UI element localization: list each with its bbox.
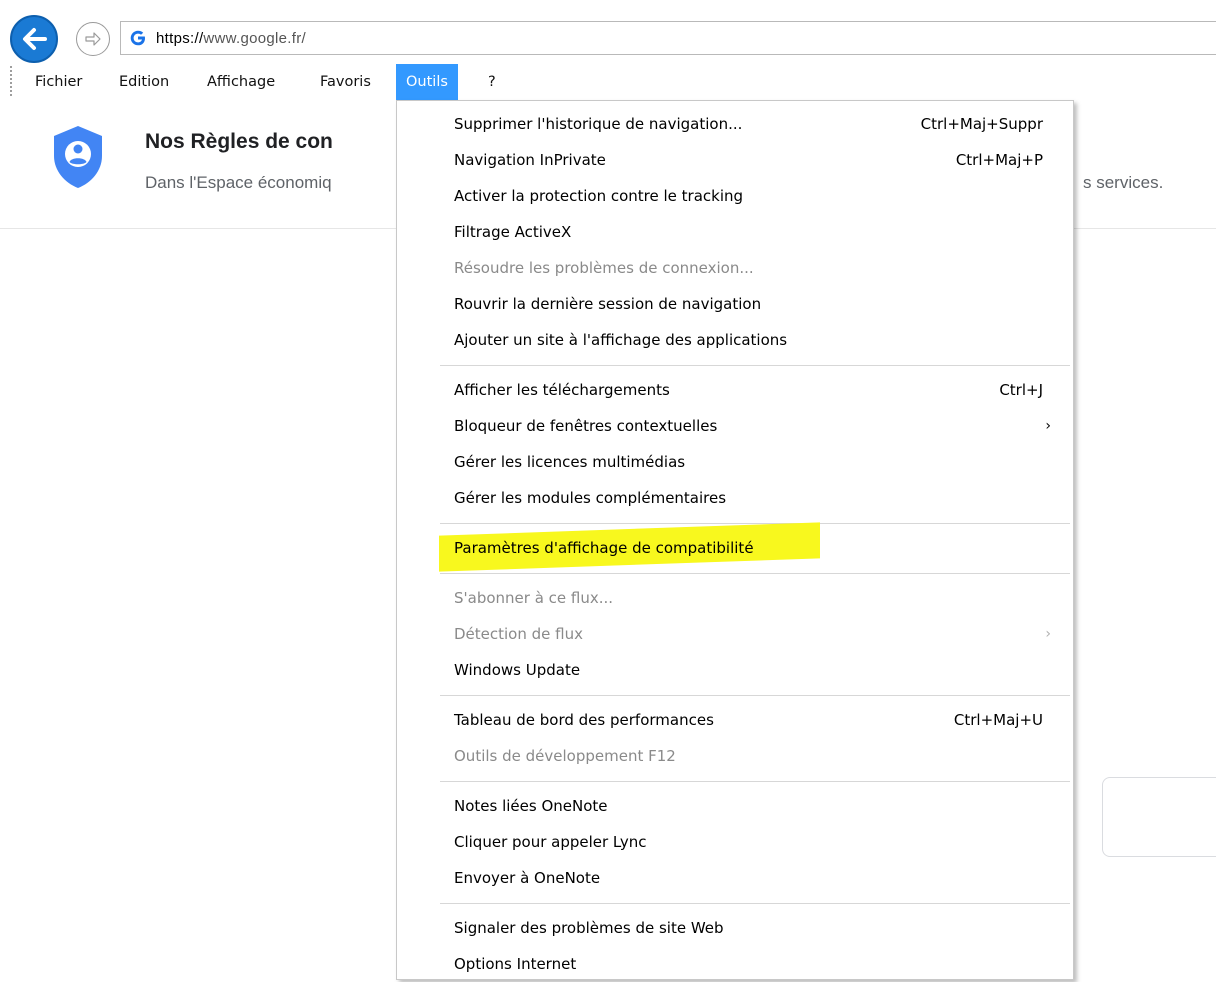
menu-item-shortcut: Ctrl+Maj+P bbox=[955, 151, 1043, 169]
menu-item-label: Filtrage ActiveX bbox=[454, 223, 572, 241]
menu-item-add-site-apps[interactable]: Ajouter un site à l'affichage des applic… bbox=[397, 322, 1073, 358]
menu-item-label: Activer la protection contre le tracking bbox=[454, 187, 744, 205]
menu-item-activex-filtering[interactable]: Filtrage ActiveX bbox=[397, 214, 1073, 250]
back-arrow-icon bbox=[23, 28, 47, 50]
menu-item-label: Ajouter un site à l'affichage des applic… bbox=[454, 331, 788, 349]
menu-item-label: S'abonner à ce flux... bbox=[454, 589, 614, 607]
submenu-chevron-icon: › bbox=[1045, 626, 1051, 642]
menu-item-compatibility-view[interactable]: Paramètres d'affichage de compatibilité bbox=[397, 522, 1073, 572]
menu-item-delete-history[interactable]: Supprimer l'historique de navigation... … bbox=[397, 106, 1073, 142]
menu-item-label: Détection de flux bbox=[454, 625, 583, 643]
menu-item-popup-blocker[interactable]: Bloqueur de fenêtres contextuelles › bbox=[397, 408, 1073, 444]
menu-separator bbox=[440, 781, 1070, 782]
tools-dropdown-menu: Supprimer l'historique de navigation... … bbox=[396, 100, 1074, 980]
menu-item-tracking-protection[interactable]: Activer la protection contre le tracking bbox=[397, 178, 1073, 214]
url-scheme: https:// bbox=[156, 29, 204, 47]
menu-item-f12-dev-tools: Outils de développement F12 bbox=[397, 738, 1073, 774]
menu-item-label: Envoyer à OneNote bbox=[454, 869, 601, 887]
menu-item-label: Afficher les téléchargements bbox=[454, 381, 670, 399]
menu-item-label: Cliquer pour appeler Lync bbox=[454, 833, 647, 851]
menu-item-label: Outils de développement F12 bbox=[454, 747, 676, 765]
menu-item-label: Bloqueur de fenêtres contextuelles bbox=[454, 417, 718, 435]
google-g-icon bbox=[130, 30, 145, 46]
menu-separator bbox=[440, 903, 1070, 904]
menu-item-label: Options Internet bbox=[454, 955, 577, 973]
menu-item-reopen-session[interactable]: Rouvrir la dernière session de navigatio… bbox=[397, 286, 1073, 322]
menu-item-windows-update[interactable]: Windows Update bbox=[397, 652, 1073, 688]
url-text: https://www.google.fr/ bbox=[156, 30, 306, 47]
menu-item-label: Navigation InPrivate bbox=[454, 151, 606, 169]
forward-button[interactable] bbox=[76, 22, 110, 56]
navigation-bar: https://www.google.fr/ bbox=[0, 0, 1216, 64]
menu-item-label: Signaler des problèmes de site Web bbox=[454, 919, 724, 937]
menu-item-label: Windows Update bbox=[454, 661, 581, 679]
address-bar[interactable]: https://www.google.fr/ bbox=[120, 21, 1216, 55]
menu-item-feed-discovery: Détection de flux › bbox=[397, 616, 1073, 652]
menu-item-label: Gérer les licences multimédias bbox=[454, 453, 686, 471]
menu-item-media-licenses[interactable]: Gérer les licences multimédias bbox=[397, 444, 1073, 480]
shield-user-icon bbox=[54, 126, 102, 188]
menu-item-label: Notes liées OneNote bbox=[454, 797, 608, 815]
menu-edition[interactable]: Edition bbox=[111, 64, 177, 100]
menu-item-internet-options[interactable]: Options Internet bbox=[397, 946, 1073, 982]
menu-fichier[interactable]: Fichier bbox=[27, 64, 90, 100]
menu-item-performance-dashboard[interactable]: Tableau de bord des performances Ctrl+Ma… bbox=[397, 702, 1073, 738]
banner-text-end: s services. bbox=[1083, 173, 1164, 192]
url-host: www.google.fr/ bbox=[203, 29, 307, 47]
menu-item-send-to-onenote[interactable]: Envoyer à OneNote bbox=[397, 860, 1073, 896]
menu-item-fix-connection: Résoudre les problèmes de connexion... bbox=[397, 250, 1073, 286]
menu-item-downloads[interactable]: Afficher les téléchargements Ctrl+J bbox=[397, 372, 1073, 408]
menu-item-label: Résoudre les problèmes de connexion... bbox=[454, 259, 754, 277]
banner-title: Nos Règles de con bbox=[145, 130, 333, 153]
menu-item-shortcut: Ctrl+Maj+U bbox=[953, 711, 1043, 729]
menu-bar-grip[interactable] bbox=[10, 66, 12, 96]
menu-favoris[interactable]: Favoris bbox=[312, 64, 379, 100]
menu-separator bbox=[440, 695, 1070, 696]
menu-item-label: Gérer les modules complémentaires bbox=[454, 489, 727, 507]
menu-item-shortcut: Ctrl+J bbox=[999, 381, 1043, 399]
menu-outils[interactable]: Outils bbox=[396, 64, 458, 100]
menu-item-label: Supprimer l'historique de navigation... bbox=[454, 115, 743, 133]
menu-item-manage-addons[interactable]: Gérer les modules complémentaires bbox=[397, 480, 1073, 516]
menu-separator bbox=[440, 365, 1070, 366]
menu-item-label: Rouvrir la dernière session de navigatio… bbox=[454, 295, 762, 313]
menu-separator bbox=[440, 573, 1070, 574]
menu-item-report-site-problems[interactable]: Signaler des problèmes de site Web bbox=[397, 910, 1073, 946]
forward-arrow-icon bbox=[85, 32, 101, 46]
menu-item-onenote-linked-notes[interactable]: Notes liées OneNote bbox=[397, 788, 1073, 824]
menu-affichage[interactable]: Affichage bbox=[199, 64, 283, 100]
menu-item-label: Tableau de bord des performances bbox=[454, 711, 714, 729]
back-button[interactable] bbox=[10, 15, 58, 63]
banner-text: Dans l'Espace économiq bbox=[145, 173, 332, 192]
menu-item-inprivate[interactable]: Navigation InPrivate Ctrl+Maj+P bbox=[397, 142, 1073, 178]
menu-item-subscribe-feed: S'abonner à ce flux... bbox=[397, 580, 1073, 616]
menu-help[interactable]: ? bbox=[480, 64, 504, 100]
menu-item-label: Paramètres d'affichage de compatibilité bbox=[454, 539, 754, 557]
page-card bbox=[1102, 777, 1216, 857]
submenu-chevron-icon: › bbox=[1045, 418, 1051, 434]
menu-item-lync-call[interactable]: Cliquer pour appeler Lync bbox=[397, 824, 1073, 860]
menu-bar bbox=[0, 64, 1216, 100]
menu-item-shortcut: Ctrl+Maj+Suppr bbox=[920, 115, 1043, 133]
